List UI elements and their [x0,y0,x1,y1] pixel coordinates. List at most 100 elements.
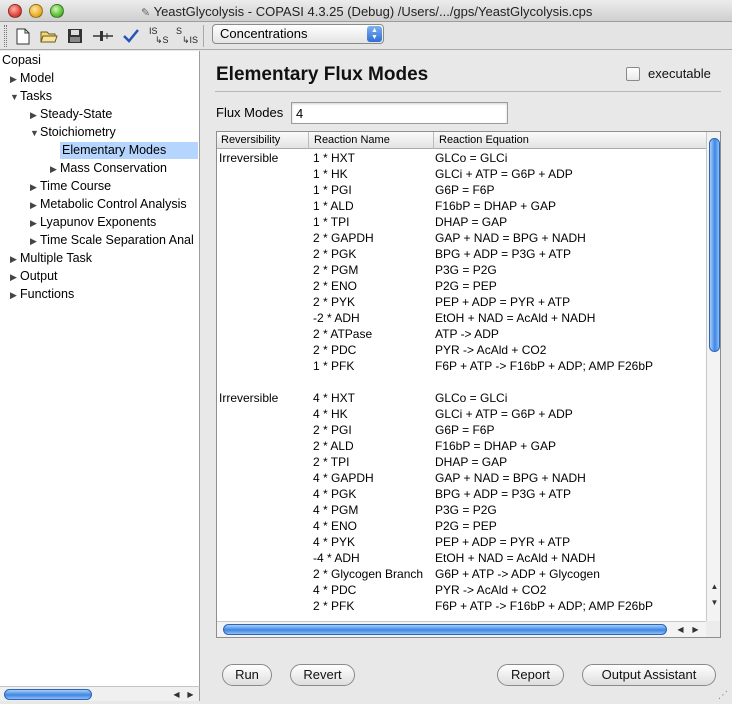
cell-reaction-equation[interactable]: BPG + ADP = P3G + ATP [435,486,571,502]
tree-root[interactable]: Copasi [2,52,41,69]
cell-reaction-name[interactable]: 4 * PGM [313,502,358,518]
cell-reaction-equation[interactable]: F16bP = DHAP + GAP [435,438,556,454]
cell-reaction-equation[interactable]: F6P + ATP -> F16bP + ADP; AMP F26bP [435,358,653,374]
scroll-down-arrow-icon[interactable]: ▼ [708,596,720,609]
tree-item-elementary-modes[interactable]: Elementary Modes [60,142,198,159]
cell-reaction-name[interactable]: 1 * TPI [313,214,349,230]
new-file-icon[interactable] [11,25,34,47]
tree-item-functions[interactable]: ▶ Functions [10,286,74,303]
column-divider[interactable] [308,132,309,149]
cell-reaction-name[interactable]: 1 * HK [313,166,348,182]
toolbar-handle[interactable] [4,25,7,47]
column-divider[interactable] [433,132,434,149]
table-horizontal-scrollbar[interactable]: ◀ ▶ [217,621,706,637]
report-button[interactable]: Report [497,664,564,686]
cell-reaction-equation[interactable]: PEP + ADP = PYR + ATP [435,534,570,550]
tree-item-time-scale-separation[interactable]: ▶ Time Scale Separation Anal [30,232,200,249]
cell-reaction-name[interactable]: -4 * ADH [313,550,360,566]
scroll-up-arrow-icon[interactable]: ▲ [708,580,720,593]
run-button[interactable]: Run [222,664,272,686]
cell-reaction-name[interactable]: 2 * PGK [313,246,356,262]
expand-arrow-icon[interactable]: ▶ [10,269,20,286]
cell-reaction-name[interactable]: -2 * ADH [313,310,360,326]
cell-reaction-equation[interactable]: EtOH + NAD = AcAld + NADH [435,550,595,566]
cell-reaction-equation[interactable]: G6P = F6P [435,182,494,198]
cell-reaction-equation[interactable]: F16bP = DHAP + GAP [435,198,556,214]
column-header-reversibility[interactable]: Reversibility [221,134,280,146]
cell-reversibility[interactable]: Irreversible [219,390,278,406]
cell-reaction-equation[interactable]: P3G = P2G [435,502,497,518]
cell-reaction-name[interactable]: 4 * PGK [313,486,356,502]
s-to-is-icon[interactable]: S ↳IS [173,25,198,47]
expand-arrow-icon[interactable]: ▶ [50,161,60,178]
cell-reaction-equation[interactable]: EtOH + NAD = AcAld + NADH [435,310,595,326]
concentration-mode-select[interactable]: Concentrations ▲ ▼ [212,24,384,44]
cell-reaction-equation[interactable]: DHAP = GAP [435,214,507,230]
cell-reaction-equation[interactable]: P3G = P2G [435,262,497,278]
cell-reaction-equation[interactable]: GLCo = GLCi [435,150,507,166]
cell-reaction-name[interactable]: 1 * HXT [313,150,355,166]
expand-arrow-icon[interactable]: ▶ [30,215,40,232]
cell-reaction-equation[interactable]: GAP + NAD = BPG + NADH [435,470,586,486]
open-folder-icon[interactable] [37,25,60,47]
expand-arrow-icon[interactable]: ▶ [10,251,20,268]
cell-reaction-equation[interactable]: P2G = PEP [435,518,497,534]
cell-reaction-equation[interactable]: GLCi + ATP = G6P + ADP [435,166,573,182]
scroll-right-arrow-icon[interactable]: ▶ [184,688,197,701]
cell-reaction-equation[interactable]: G6P = F6P [435,422,494,438]
tree-item-stoichiometry[interactable]: ▼Stoichiometry [30,124,116,141]
object-browser-tree[interactable]: Copasi ▶ Model ▼Tasks ▶ Steady-State ▼Stoi… [0,51,200,686]
check-icon[interactable] [118,25,144,47]
collapse-arrow-icon[interactable]: ▼ [10,89,20,106]
tree-item-mass-conservation[interactable]: ▶ Mass Conservation [50,160,167,177]
cell-reaction-name[interactable]: 2 * TPI [313,454,349,470]
expand-arrow-icon[interactable]: ▶ [30,197,40,214]
table-vscroll-thumb[interactable] [709,138,720,352]
revert-button[interactable]: Revert [290,664,355,686]
column-header-reaction-name[interactable]: Reaction Name [314,134,390,146]
tree-item-multiple-task[interactable]: ▶ Multiple Task [10,250,92,267]
cell-reaction-name[interactable]: 2 * PFK [313,598,354,614]
document-proxy-icon[interactable]: ✎ [140,6,152,19]
table-hscroll-thumb[interactable] [223,624,667,635]
scroll-left-arrow-icon[interactable]: ◀ [674,623,687,636]
collapse-arrow-icon[interactable]: ▼ [30,125,40,142]
cell-reaction-name[interactable]: 2 * PGM [313,262,358,278]
is-to-s-icon[interactable]: IS ↳S [146,25,171,47]
cell-reaction-equation[interactable]: ATP -> ADP [435,326,499,342]
expand-arrow-icon[interactable]: ▶ [30,179,40,196]
expand-arrow-icon[interactable]: ▶ [10,287,20,304]
cell-reaction-name[interactable]: 2 * PGI [313,422,352,438]
cell-reaction-name[interactable]: 2 * ATPase [313,326,372,342]
executable-label[interactable]: executable [648,66,711,81]
tree-horizontal-scrollbar[interactable]: ◀ ▶ [0,686,200,701]
cell-reaction-equation[interactable]: F6P + ATP -> F16bP + ADP; AMP F26bP [435,598,653,614]
flux-modes-table[interactable]: Reversibility Reaction Name Reaction Equ… [216,131,721,638]
cell-reaction-equation[interactable]: GLCo = GLCi [435,390,507,406]
cell-reaction-name[interactable]: 4 * HK [313,406,348,422]
cell-reaction-equation[interactable]: G6P + ATP -> ADP + Glycogen [435,566,600,582]
cell-reaction-name[interactable]: 2 * Glycogen Branch [313,566,423,582]
slider-icon[interactable] [89,25,117,47]
cell-reaction-equation[interactable]: GAP + NAD = BPG + NADH [435,230,586,246]
output-assistant-button[interactable]: Output Assistant [582,664,716,686]
save-disk-icon[interactable] [63,25,86,47]
cell-reaction-name[interactable]: 4 * HXT [313,390,355,406]
executable-checkbox[interactable] [626,67,640,81]
cell-reaction-name[interactable]: 2 * ENO [313,278,357,294]
tree-item-steady-state[interactable]: ▶ Steady-State [30,106,112,123]
table-vertical-scrollbar[interactable]: ▲ ▼ [706,132,720,621]
cell-reaction-name[interactable]: 1 * ALD [313,198,354,214]
resize-grip-icon[interactable]: ⋰ [718,690,730,702]
tree-scroll-thumb[interactable] [4,689,92,700]
cell-reaction-equation[interactable]: P2G = PEP [435,278,497,294]
tree-item-time-course[interactable]: ▶ Time Course [30,178,111,195]
flux-modes-count-field[interactable]: 4 [291,102,508,124]
cell-reaction-equation[interactable]: GLCi + ATP = G6P + ADP [435,406,573,422]
tree-item-output[interactable]: ▶ Output [10,268,58,285]
column-header-reaction-equation[interactable]: Reaction Equation [439,134,529,146]
expand-arrow-icon[interactable]: ▶ [30,233,40,249]
cell-reaction-name[interactable]: 2 * PYK [313,294,355,310]
expand-arrow-icon[interactable]: ▶ [10,71,20,88]
cell-reaction-equation[interactable]: PEP + ADP = PYR + ATP [435,294,570,310]
